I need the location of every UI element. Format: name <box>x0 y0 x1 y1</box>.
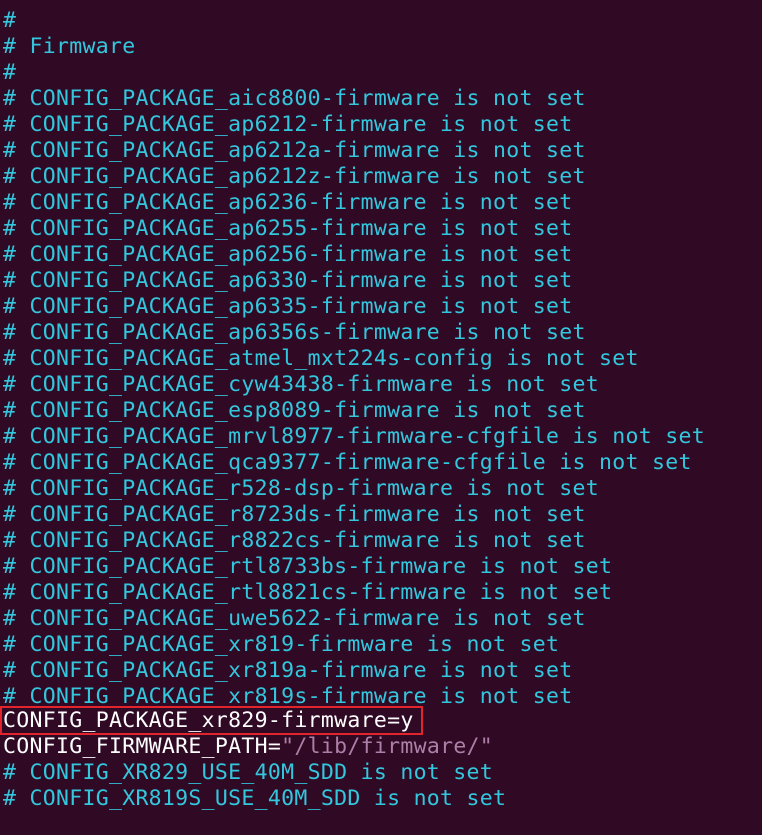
config-line: # CONFIG_PACKAGE_xr819a-firmware is not … <box>3 658 573 683</box>
config-line: # CONFIG_PACKAGE_ap6212-firmware is not … <box>3 112 573 137</box>
config-line: # CONFIG_PACKAGE_ap6330-firmware is not … <box>3 268 573 293</box>
enabled-config-line: CONFIG_PACKAGE_xr829-firmware=y <box>3 708 414 733</box>
config-line: # CONFIG_PACKAGE_aic8800-firmware is not… <box>3 86 586 111</box>
config-line: # CONFIG_PACKAGE_cyw43438-firmware is no… <box>3 372 599 397</box>
config-line: # CONFIG_PACKAGE_mrvl8977-firmware-cfgfi… <box>3 424 705 449</box>
terminal-window[interactable]: # # Firmware # # CONFIG_PACKAGE_aic8800-… <box>0 0 762 835</box>
config-line: # CONFIG_XR829_USE_40M_SDD is not set <box>3 760 494 785</box>
config-line: # CONFIG_PACKAGE_ap6356s-firmware is not… <box>3 320 586 345</box>
config-line: # CONFIG_PACKAGE_qca9377-firmware-cfgfil… <box>3 450 692 475</box>
section-heading-line: # Firmware <box>3 34 136 59</box>
config-line: # CONFIG_PACKAGE_r528-dsp-firmware is no… <box>3 476 599 501</box>
config-line: # CONFIG_PACKAGE_ap6256-firmware is not … <box>3 242 573 267</box>
comment-line: # <box>3 60 17 85</box>
config-line: # CONFIG_PACKAGE_uwe5622-firmware is not… <box>3 606 586 631</box>
config-line: # CONFIG_PACKAGE_ap6212z-firmware is not… <box>3 164 586 189</box>
config-line: # CONFIG_PACKAGE_esp8089-firmware is not… <box>3 398 586 423</box>
config-line: # CONFIG_PACKAGE_r8723ds-firmware is not… <box>3 502 586 527</box>
config-line: # CONFIG_PACKAGE_atmel_mxt224s-config is… <box>3 346 639 371</box>
config-line: # CONFIG_XR819S_USE_40M_SDD is not set <box>3 786 507 811</box>
firmware-path-key: CONFIG_FIRMWARE_PATH= <box>3 734 282 759</box>
config-line: # CONFIG_PACKAGE_ap6255-firmware is not … <box>3 216 573 241</box>
comment-line: # <box>3 8 17 33</box>
config-line: # CONFIG_PACKAGE_ap6236-firmware is not … <box>3 190 573 215</box>
config-line: # CONFIG_PACKAGE_xr819-firmware is not s… <box>3 632 560 657</box>
config-line: # CONFIG_PACKAGE_rtl8821cs-firmware is n… <box>3 580 613 605</box>
config-line: # CONFIG_PACKAGE_ap6335-firmware is not … <box>3 294 573 319</box>
config-line: # CONFIG_PACKAGE_r8822cs-firmware is not… <box>3 528 586 553</box>
config-line: # CONFIG_PACKAGE_ap6212a-firmware is not… <box>3 138 586 163</box>
firmware-path-line: CONFIG_FIRMWARE_PATH="/lib/firmware/" <box>3 734 493 760</box>
firmware-path-value: "/lib/firmware/" <box>281 734 494 759</box>
config-line: # CONFIG_PACKAGE_rtl8733bs-firmware is n… <box>3 554 613 579</box>
